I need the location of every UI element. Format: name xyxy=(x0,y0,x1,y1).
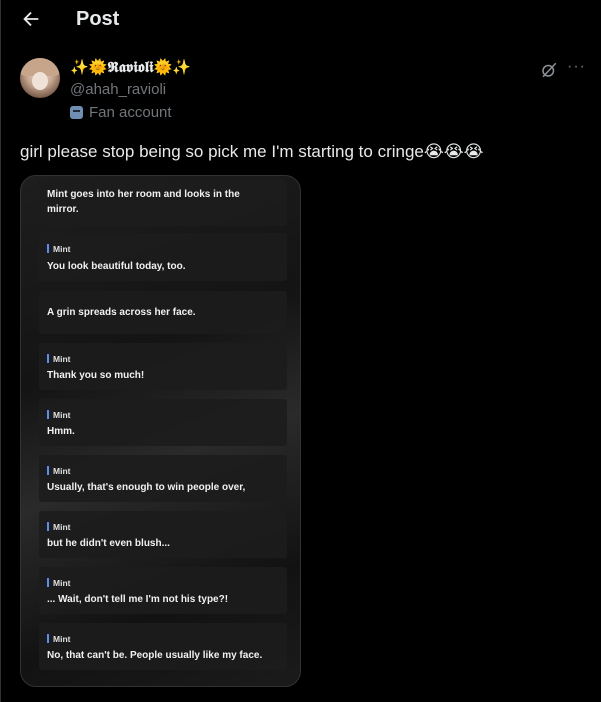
speaker-name: Mint xyxy=(47,632,70,647)
grok-icon[interactable] xyxy=(540,61,558,79)
dialogue-text: ... Wait, don't tell me I'm not his type… xyxy=(47,594,229,605)
badge-label: Fan account xyxy=(89,104,172,121)
speaker-name: Mint xyxy=(47,352,70,367)
avatar[interactable] xyxy=(20,58,60,98)
dialogue-box: Mint You look beautiful today, too. xyxy=(39,233,287,281)
post-header: Post xyxy=(0,0,601,42)
dialogue-text: Mint goes into her room and looks in the… xyxy=(47,189,240,215)
post-text: girl please stop being so pick me I'm st… xyxy=(20,142,484,161)
dialogue-text: Usually, that's enough to win people ove… xyxy=(47,482,246,493)
dialogue-box: A grin spreads across her face. xyxy=(39,291,287,334)
dialogue-box: Mint Hmm. xyxy=(39,399,287,446)
dialogue-box: Mint No, that can't be. People usually l… xyxy=(39,623,287,670)
post-media-image[interactable]: Mint goes into her room and looks in the… xyxy=(20,175,301,687)
dialogue-box: Mint goes into her room and looks in the… xyxy=(39,179,287,226)
dialogue-box: Mint Thank you so much! xyxy=(39,343,287,390)
dialogue-text: No, that can't be. People usually like m… xyxy=(47,650,263,661)
speaker-name: Mint xyxy=(47,576,70,591)
dialogue-text: You look beautiful today, too. xyxy=(47,261,186,272)
dialogue-box: Mint Usually, that's enough to win peopl… xyxy=(39,455,287,502)
mask-icon xyxy=(70,106,83,119)
fan-account-badge: Fan account xyxy=(70,104,172,121)
speaker-name: Mint xyxy=(47,242,70,257)
more-options-button[interactable]: ··· xyxy=(567,58,586,76)
speaker-name: Mint xyxy=(47,408,70,423)
dialogue-text: but he didn't even blush... xyxy=(47,538,170,549)
dialogue-box: Mint but he didn't even blush... xyxy=(39,511,287,558)
user-handle[interactable]: @ahah_ravioli xyxy=(70,81,166,98)
avatar-face xyxy=(32,72,48,90)
speaker-name: Mint xyxy=(47,520,70,535)
dialogue-text: Hmm. xyxy=(47,426,75,437)
display-name[interactable]: ✨🌞𝕽𝖆𝖛𝖎𝖔𝖑𝖎🌞✨ xyxy=(70,58,191,76)
page-title: Post xyxy=(76,8,120,30)
dialogue-box: Mint ... Wait, don't tell me I'm not his… xyxy=(39,567,287,614)
dialogue-text: A grin spreads across her face. xyxy=(47,307,196,318)
speaker-name: Mint xyxy=(47,464,70,479)
column-divider xyxy=(0,0,1,702)
back-arrow-icon[interactable] xyxy=(20,8,42,30)
dialogue-text: Thank you so much! xyxy=(47,370,145,381)
